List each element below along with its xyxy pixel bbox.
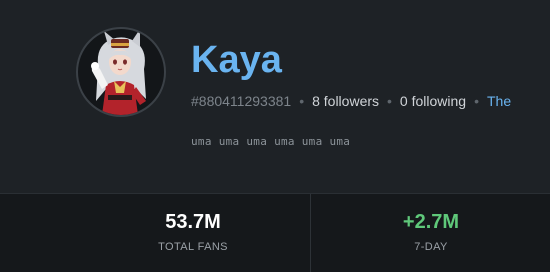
profile-extra-link[interactable]: The — [487, 93, 511, 109]
separator-dot: • — [474, 93, 479, 109]
following-link[interactable]: 0 following — [400, 93, 466, 109]
followers-link[interactable]: 8 followers — [312, 93, 379, 109]
profile-bio: uma uma uma uma uma uma — [191, 135, 351, 148]
avatar[interactable] — [76, 27, 166, 117]
stats-bar: 53.7M TOTAL FANS +2.7M 7-DAY — [0, 193, 550, 272]
anime-character-avatar-icon — [91, 29, 146, 115]
user-id: #880411293381 — [191, 93, 292, 109]
stat-total-fans: 53.7M TOTAL FANS — [0, 194, 311, 272]
profile-header: Kaya #880411293381 • 8 followers • 0 followi… — [0, 0, 550, 193]
profile-meta-row: #880411293381 • 8 followers • 0 following • Th… — [191, 91, 550, 111]
separator-dot: • — [299, 93, 305, 109]
seven-day-label: 7-DAY — [414, 241, 448, 253]
profile-page: Kaya #880411293381 • 8 followers • 0 followi… — [0, 0, 550, 272]
seven-day-value: +2.7M — [402, 211, 460, 233]
total-fans-label: TOTAL FANS — [158, 241, 228, 253]
username: Kaya — [191, 39, 282, 81]
separator-dot: • — [387, 93, 392, 109]
stat-seven-day: +2.7M 7-DAY — [312, 194, 550, 272]
total-fans-value: 53.7M — [165, 211, 221, 233]
